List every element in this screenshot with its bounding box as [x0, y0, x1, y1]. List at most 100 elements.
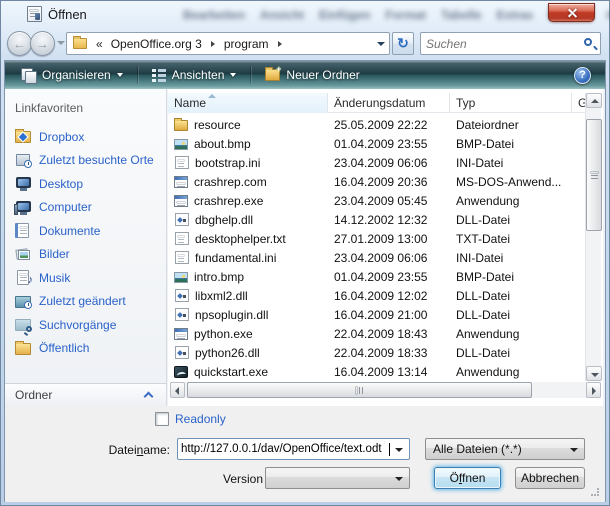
- sidebar-item-recently-changed[interactable]: Zuletzt geändert: [11, 290, 163, 314]
- dll-file-icon: [175, 289, 189, 302]
- search-input[interactable]: [426, 35, 576, 52]
- sidebar-item-label: Zuletzt besuchte Orte: [39, 153, 154, 167]
- views-button[interactable]: Ansichten: [144, 64, 245, 86]
- scroll-up-button[interactable]: [586, 93, 602, 108]
- file-date: 27.01.2009 13:00: [334, 232, 427, 246]
- table-row[interactable]: quickstart.exe 16.04.2009 13:14 Anwendun…: [168, 362, 585, 381]
- sidebar-item-computer[interactable]: Computer: [11, 196, 163, 220]
- table-row[interactable]: about.bmp 01.04.2009 23:55 BMP-Datei: [168, 134, 585, 153]
- scroll-left-button[interactable]: [170, 382, 185, 398]
- file-name: about.bmp: [194, 137, 251, 151]
- table-row[interactable]: dbghelp.dll 14.12.2002 12:32 DLL-Datei: [168, 210, 585, 229]
- chevron-down-icon[interactable]: [395, 448, 403, 452]
- sidebar-item-desktop[interactable]: Desktop: [11, 172, 163, 196]
- sidebar-item-documents[interactable]: Dokumente: [11, 219, 163, 243]
- sidebar-item-label: Zuletzt geändert: [39, 294, 126, 308]
- sidebar-item-public[interactable]: Öffentlich: [11, 337, 163, 361]
- horizontal-scroll-thumb[interactable]: [187, 382, 532, 398]
- recent-pages-chevron-icon[interactable]: [57, 41, 65, 45]
- dialog-footer: Readonly Dateiname: Alle Dateien (*.*) V…: [5, 406, 605, 502]
- breadcrumb[interactable]: « OpenOffice.org 3 program: [66, 32, 390, 55]
- filename-combobox[interactable]: [177, 438, 410, 460]
- recently-changed-icon: [15, 294, 32, 309]
- breadcrumb-separator-icon[interactable]: [278, 41, 282, 47]
- file-rows: resource 25.05.2009 22:22 Dateiordner ab…: [168, 115, 585, 381]
- file-name: dbghelp.dll: [195, 213, 253, 227]
- scroll-down-button[interactable]: [586, 366, 602, 381]
- address-dropdown-icon[interactable]: [377, 42, 385, 46]
- column-header-date[interactable]: Änderungsdatum: [328, 93, 450, 113]
- table-row[interactable]: crashrep.com 16.04.2009 20:36 MS-DOS-Anw…: [168, 172, 585, 191]
- readonly-checkbox[interactable]: [155, 412, 169, 426]
- table-row[interactable]: fundamental.ini 23.04.2009 06:06 INI-Dat…: [168, 248, 585, 267]
- file-list: Name Änderungsdatum Typ G resource 25.05…: [168, 89, 603, 406]
- vertical-scroll-thumb[interactable]: [586, 119, 602, 231]
- refresh-button[interactable]: ↻: [392, 32, 414, 55]
- table-row[interactable]: resource 25.05.2009 22:22 Dateiordner: [168, 115, 585, 134]
- file-name: crashrep.com: [194, 175, 267, 189]
- sidebar-item-label: Suchvorgänge: [39, 318, 116, 332]
- search-icon: [584, 38, 592, 46]
- table-row[interactable]: libxml2.dll 16.04.2009 12:02 DLL-Datei: [168, 286, 585, 305]
- back-button[interactable]: ←: [7, 31, 32, 56]
- column-header-type[interactable]: Typ: [450, 93, 572, 113]
- app-file-icon: [174, 195, 188, 207]
- table-row[interactable]: intro.bmp 01.04.2009 23:55 BMP-Datei: [168, 267, 585, 286]
- chevron-down-icon: [117, 73, 123, 77]
- scroll-right-button[interactable]: [586, 382, 601, 398]
- file-name: crashrep.exe: [194, 194, 263, 208]
- breadcrumb-collapse[interactable]: «: [96, 37, 103, 51]
- chevron-down-icon: [570, 448, 578, 452]
- filetype-dropdown[interactable]: Alle Dateien (*.*): [425, 438, 585, 460]
- help-button[interactable]: ?: [574, 67, 591, 84]
- sidebar-item-dropbox[interactable]: Dropbox: [11, 125, 163, 149]
- filename-input[interactable]: [181, 441, 388, 457]
- sidebar-item-searches[interactable]: Suchvorgänge: [11, 313, 163, 337]
- close-button[interactable]: [548, 3, 595, 22]
- sidebar-item-pictures[interactable]: Bilder: [11, 243, 163, 267]
- horizontal-scrollbar[interactable]: [170, 382, 601, 398]
- table-row[interactable]: bootstrap.ini 23.04.2009 06:06 INI-Datei: [168, 153, 585, 172]
- folder-icon: [73, 38, 87, 49]
- organize-icon: [21, 68, 36, 82]
- breadcrumb-separator-icon[interactable]: [211, 41, 215, 47]
- new-folder-button[interactable]: Neuer Ordner: [257, 64, 367, 86]
- column-header-size[interactable]: G: [572, 93, 585, 113]
- vertical-scrollbar[interactable]: [585, 93, 601, 381]
- chevron-up-icon: [144, 392, 154, 402]
- background-menu-blur: BearbeitenAnsichtEinfügenFormatTabelleEx…: [183, 8, 610, 22]
- table-row[interactable]: desktophelper.txt 27.01.2009 13:00 TXT-D…: [168, 229, 585, 248]
- favorites-list: Dropbox Zuletzt besuchte Orte Desktop Co…: [11, 125, 163, 360]
- table-row[interactable]: npsoplugin.dll 16.04.2009 21:00 DLL-Date…: [168, 305, 585, 324]
- forward-arrow-icon: →: [36, 37, 49, 50]
- folder-file-icon: [174, 120, 188, 131]
- sidebar-item-recent-places[interactable]: Zuletzt besuchte Orte: [11, 149, 163, 173]
- table-row[interactable]: python26.dll 22.04.2009 18:33 DLL-Datei: [168, 343, 585, 362]
- table-row[interactable]: crashrep.exe 23.04.2009 05:45 Anwendung: [168, 191, 585, 210]
- version-dropdown[interactable]: [265, 467, 410, 489]
- search-box[interactable]: [420, 32, 601, 55]
- breadcrumb-segment-program[interactable]: program: [221, 37, 272, 51]
- file-type: INI-Datei: [456, 156, 503, 170]
- file-name: fundamental.ini: [195, 251, 276, 265]
- table-row[interactable]: python.exe 22.04.2009 18:43 Anwendung: [168, 324, 585, 343]
- sidebar-item-label: Computer: [39, 200, 92, 214]
- chevron-down-icon: [230, 73, 236, 77]
- file-name: intro.bmp: [194, 270, 244, 284]
- open-button[interactable]: Öffnen: [434, 467, 501, 489]
- sidebar-item-label: Dokumente: [39, 224, 100, 238]
- organize-button[interactable]: Organisieren: [13, 64, 131, 86]
- forward-button[interactable]: →: [30, 31, 55, 56]
- column-header-name[interactable]: Name: [168, 93, 328, 113]
- computer-icon: [15, 200, 32, 215]
- cancel-button[interactable]: Abbrechen: [515, 467, 585, 489]
- titlebar[interactable]: BearbeitenAnsichtEinfügenFormatTabelleEx…: [0, 0, 610, 28]
- resize-grip[interactable]: [591, 488, 599, 496]
- sidebar-item-music[interactable]: ♪ Musik: [11, 266, 163, 290]
- recent-places-icon: [15, 153, 32, 168]
- text-file-icon: [175, 251, 189, 264]
- folders-expander[interactable]: Ordner: [5, 383, 166, 406]
- file-type: Dateiordner: [456, 118, 519, 132]
- breadcrumb-segment-openoffice[interactable]: OpenOffice.org 3: [108, 37, 205, 51]
- views-label: Ansichten: [172, 68, 225, 82]
